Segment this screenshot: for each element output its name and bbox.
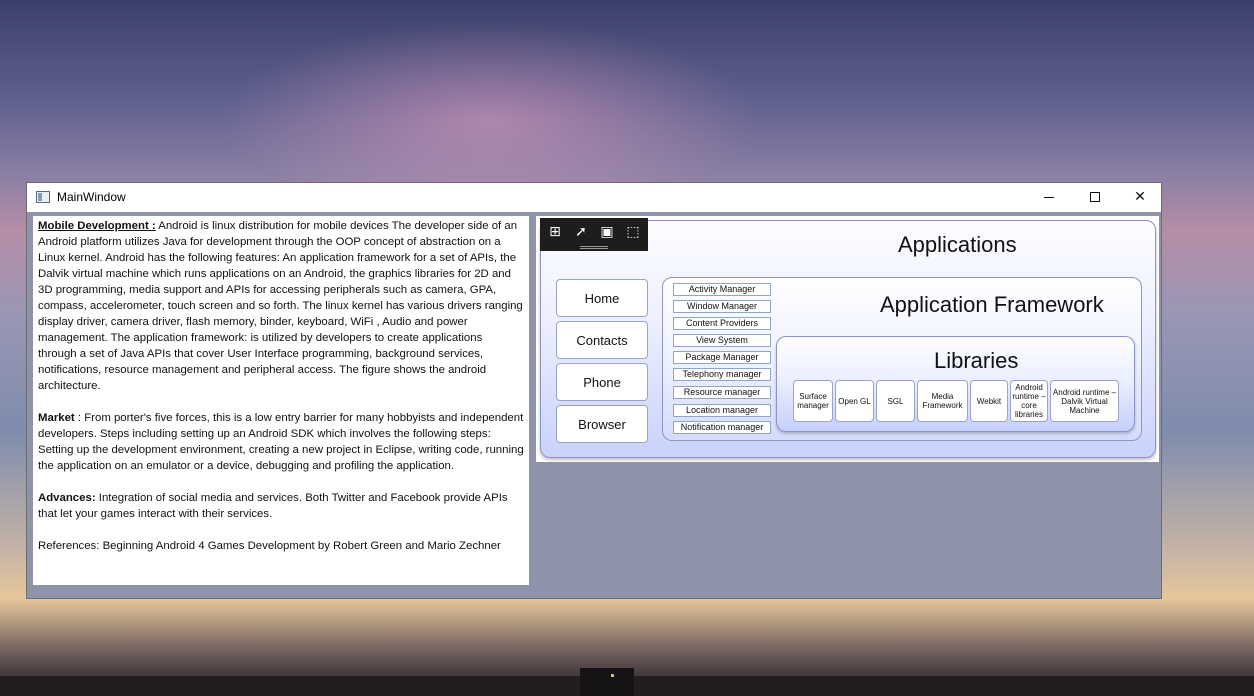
advances-body: Integration of social media and services… bbox=[38, 492, 508, 520]
main-window: MainWindow ✕ Mobile Development : Androi… bbox=[26, 182, 1162, 599]
close-icon: ✕ bbox=[1134, 189, 1146, 205]
framework-manager: Location manager bbox=[673, 404, 771, 417]
android-architecture-image: ⊞ ➚ ▣ ⬚ Applications Home Contacts Phone… bbox=[536, 216, 1159, 462]
library-box: Open GL bbox=[835, 380, 874, 422]
framework-manager: Telephony manager bbox=[673, 368, 771, 381]
select-element-icon[interactable]: ⊞ bbox=[546, 223, 564, 241]
screenshot-select-icon[interactable]: ⬚ bbox=[624, 223, 642, 241]
market-body: : From porter's five forces, this is a l… bbox=[38, 412, 524, 472]
advances-heading: Advances: bbox=[38, 492, 96, 504]
libraries-title: Libraries bbox=[934, 348, 1019, 373]
framework-manager: Package Manager bbox=[673, 351, 771, 364]
market-heading: Market bbox=[38, 412, 75, 424]
framework-manager: Notification manager bbox=[673, 421, 771, 434]
frame-icon[interactable]: ▣ bbox=[598, 223, 616, 241]
framework-manager: View System bbox=[673, 334, 771, 347]
applications-title: Applications bbox=[898, 232, 1017, 257]
app-home: Home bbox=[556, 279, 648, 317]
app-phone: Phone bbox=[556, 363, 648, 401]
mobile-development-heading: Mobile Development : bbox=[38, 220, 156, 232]
minimize-button[interactable] bbox=[1026, 183, 1072, 212]
description-text-panel: Mobile Development : Android is linux di… bbox=[33, 216, 529, 585]
app-window-icon bbox=[36, 191, 50, 203]
application-framework-title: Application Framework bbox=[880, 292, 1104, 317]
mobile-development-body: Android is linux distribution for mobile… bbox=[38, 220, 523, 392]
framework-manager: Resource manager bbox=[673, 386, 771, 399]
toolbar-handle[interactable] bbox=[580, 246, 608, 247]
app-contacts: Contacts bbox=[556, 321, 648, 359]
debug-toolbar: ⊞ ➚ ▣ ⬚ bbox=[540, 218, 648, 251]
minimize-icon bbox=[1044, 197, 1054, 198]
library-box: Android runtime – core libraries bbox=[1010, 380, 1048, 422]
library-box: SGL bbox=[876, 380, 915, 422]
framework-manager: Content Providers bbox=[673, 317, 771, 330]
framework-manager: Activity Manager bbox=[673, 283, 771, 296]
maximize-icon bbox=[1090, 192, 1100, 202]
window-title: MainWindow bbox=[57, 190, 126, 204]
mobile-development-paragraph: Mobile Development : Android is linux di… bbox=[38, 218, 524, 394]
library-box: Media Framework bbox=[917, 380, 968, 422]
library-box: Android runtime – Dalvik Virtual Machine bbox=[1050, 380, 1119, 422]
title-bar[interactable]: MainWindow ✕ bbox=[27, 183, 1161, 212]
app-browser: Browser bbox=[556, 405, 648, 443]
framework-manager: Window Manager bbox=[673, 300, 771, 313]
library-box: Webkit bbox=[970, 380, 1008, 422]
advances-paragraph: Advances: Integration of social media an… bbox=[38, 490, 524, 522]
references-paragraph: References: Beginning Android 4 Games De… bbox=[38, 540, 501, 552]
market-paragraph: Market : From porter's five forces, this… bbox=[38, 410, 524, 474]
desktop-building bbox=[580, 668, 634, 696]
maximize-button[interactable] bbox=[1072, 183, 1118, 212]
close-button[interactable]: ✕ bbox=[1117, 183, 1163, 212]
pointer-icon[interactable]: ➚ bbox=[572, 223, 590, 241]
library-box: Surface manager bbox=[793, 380, 833, 422]
